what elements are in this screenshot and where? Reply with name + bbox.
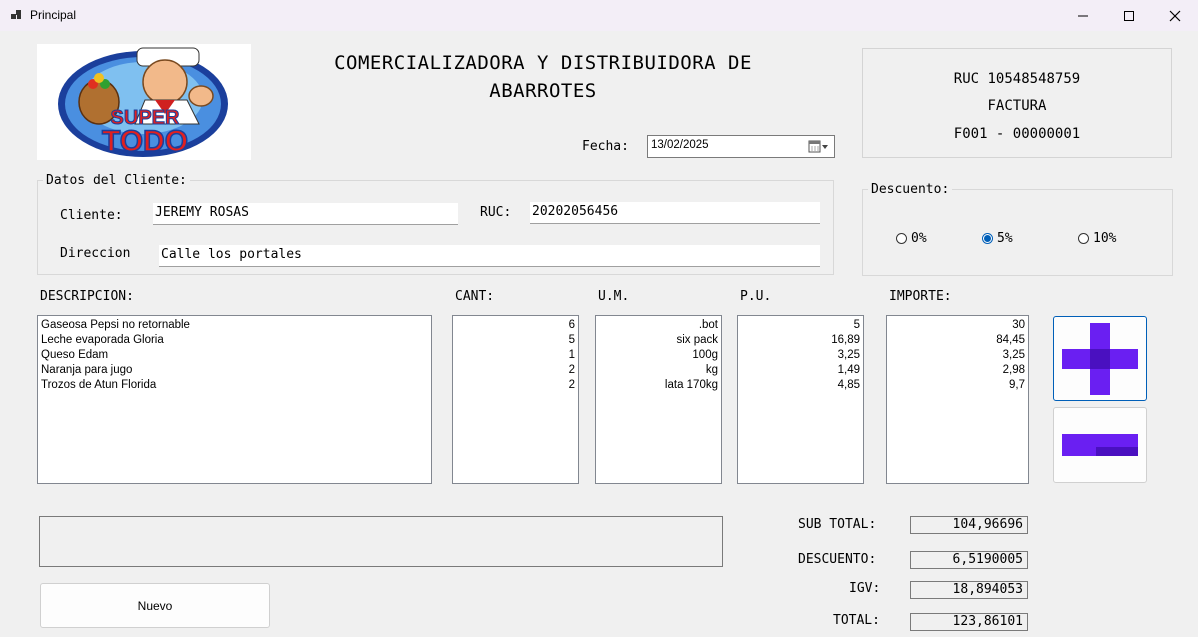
remove-item-button[interactable] (1053, 407, 1147, 483)
radio-circle-selected[interactable] (982, 233, 993, 244)
column-header-description: DESCRIPCION: (40, 289, 134, 304)
price-listbox[interactable]: 5 16,89 3,25 1,49 4,85 (737, 315, 864, 484)
total-label: TOTAL: (833, 613, 880, 628)
main-form: SUPER TODO COMERCIALIZADORA Y DISTRIBUID… (0, 31, 1198, 637)
discount-radio-0[interactable]: 0% (896, 231, 927, 246)
list-item[interactable]: lata 170kg (599, 378, 718, 393)
add-item-button[interactable] (1053, 316, 1147, 401)
discount-total-label: DESCUENTO: (798, 552, 877, 567)
company-name: COMERCIALIZADORA Y DISTRIBUIDORA DE ABAR… (334, 52, 752, 102)
list-item[interactable]: Gaseosa Pepsi no retornable (41, 318, 428, 333)
igv-label: IGV: (849, 581, 881, 596)
list-item[interactable]: 5 (741, 318, 860, 333)
date-value: 13/02/2025 (651, 139, 709, 151)
address-field[interactable]: Calle los portales (159, 245, 820, 267)
invoice-type: FACTURA (987, 98, 1047, 114)
client-ruc-field[interactable]: 20202056456 (530, 202, 820, 224)
unit-listbox[interactable]: .bot six pack 100g kg lata 170kg (595, 315, 722, 484)
close-icon (1169, 10, 1181, 21)
client-field[interactable]: JEREMY ROSAS (153, 203, 458, 225)
amount-listbox[interactable]: 30 84,45 3,25 2,98 9,7 (886, 315, 1029, 484)
list-item[interactable]: six pack (599, 333, 718, 348)
address-label: Direccion (60, 246, 131, 261)
column-header-qty: CANT: (455, 289, 495, 304)
list-item[interactable]: 9,7 (890, 378, 1025, 393)
qty-listbox[interactable]: 6 5 1 2 2 (452, 315, 579, 484)
discount-radio-5[interactable]: 5% (982, 231, 1013, 246)
invoice-ruc: RUC 10548548759 (953, 71, 1081, 87)
date-picker[interactable]: 13/02/2025 (647, 135, 835, 158)
list-item[interactable]: 2,98 (890, 363, 1025, 378)
list-item[interactable]: 3,25 (741, 348, 860, 363)
calendar-dropdown-icon[interactable] (808, 140, 830, 154)
close-button[interactable] (1152, 0, 1198, 31)
company-logo: SUPER TODO (37, 44, 251, 160)
window-title: Principal (30, 8, 77, 22)
list-item[interactable]: 1,49 (741, 363, 860, 378)
client-label: Cliente: (60, 208, 123, 223)
discount-total-field[interactable]: 6,5190005 (910, 551, 1028, 569)
invoice-box: RUC 10548548759 FACTURA F001 - 00000001 (862, 48, 1172, 158)
list-item[interactable]: Trozos de Atun Florida (41, 378, 428, 393)
column-header-unit: U.M. (598, 289, 630, 304)
client-ruc-label: RUC: (480, 205, 512, 220)
discount-option-label: 0% (911, 231, 927, 246)
app-icon (11, 10, 21, 19)
discount-option-label: 5% (997, 231, 1013, 246)
igv-field[interactable]: 18,894053 (910, 581, 1028, 599)
list-item[interactable]: 1 (456, 348, 575, 363)
invoice-number: F001 - 00000001 (953, 126, 1081, 142)
list-item[interactable]: Naranja para jugo (41, 363, 428, 378)
description-listbox[interactable]: Gaseosa Pepsi no retornable Leche evapor… (37, 315, 432, 484)
list-item[interactable]: 84,45 (890, 333, 1025, 348)
list-item[interactable]: 100g (599, 348, 718, 363)
list-item[interactable]: 2 (456, 378, 575, 393)
plus-icon (1062, 322, 1138, 395)
message-panel (39, 516, 723, 567)
discount-option-label: 10% (1093, 231, 1117, 246)
logo-text-todo: TODO (101, 125, 189, 159)
minus-icon (1062, 434, 1138, 456)
date-label: Fecha: (582, 139, 629, 154)
list-item[interactable]: 2 (456, 363, 575, 378)
list-item[interactable]: Leche evaporada Gloria (41, 333, 428, 348)
column-header-price: P.U. (740, 289, 772, 304)
maximize-icon (1124, 10, 1134, 21)
list-item[interactable]: Queso Edam (41, 348, 428, 363)
list-item[interactable]: 30 (890, 318, 1025, 333)
list-item[interactable]: 16,89 (741, 333, 860, 348)
list-item[interactable]: kg (599, 363, 718, 378)
subtotal-label: SUB TOTAL: (798, 517, 877, 532)
new-button[interactable]: Nuevo (40, 583, 270, 628)
total-field[interactable]: 123,86101 (910, 613, 1028, 631)
list-item[interactable]: 3,25 (890, 348, 1025, 363)
discount-legend: Descuento: (868, 182, 953, 197)
subtotal-field[interactable]: 104,96696 (910, 516, 1028, 534)
list-item[interactable]: .bot (599, 318, 718, 333)
list-item[interactable]: 5 (456, 333, 575, 348)
client-group-legend: Datos del Cliente: (43, 173, 190, 188)
discount-radio-10[interactable]: 10% (1078, 231, 1116, 246)
radio-circle[interactable] (896, 233, 907, 244)
radio-circle[interactable] (1078, 233, 1089, 244)
column-header-amount: IMPORTE: (889, 289, 952, 304)
minimize-button[interactable] (1060, 0, 1106, 31)
minimize-icon (1078, 15, 1088, 16)
list-item[interactable]: 4,85 (741, 378, 860, 393)
maximize-button[interactable] (1106, 0, 1152, 31)
list-item[interactable]: 6 (456, 318, 575, 333)
title-bar: Principal (0, 0, 1198, 31)
